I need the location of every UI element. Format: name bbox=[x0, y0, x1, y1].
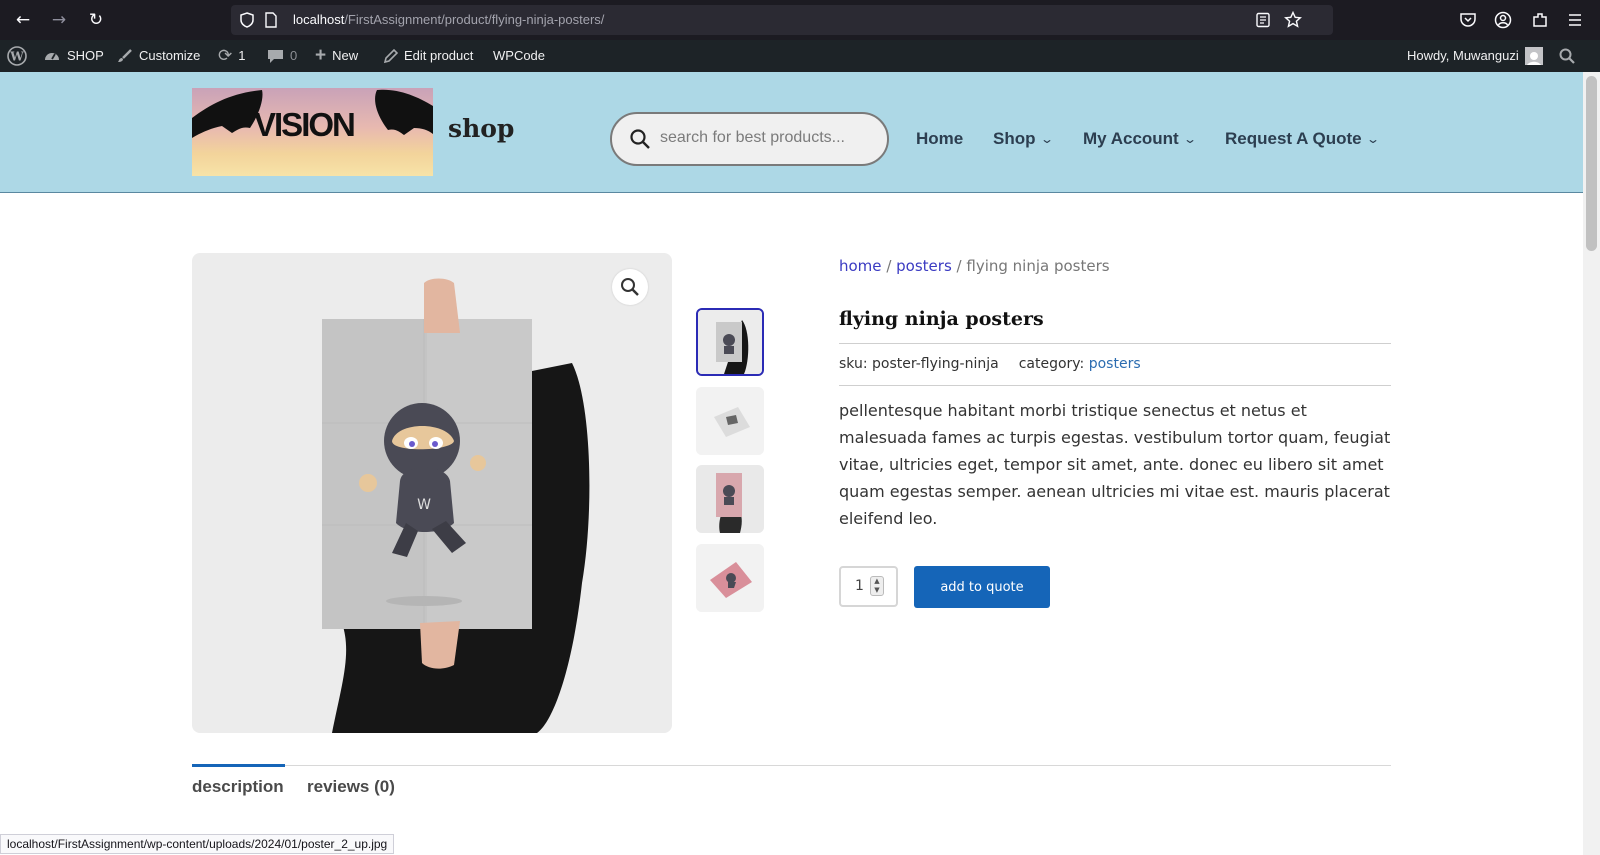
page-scrollbar[interactable] bbox=[1583, 72, 1600, 855]
product-meta: sku: poster-flying-ninja category: poste… bbox=[839, 356, 1141, 372]
account-icon[interactable] bbox=[1494, 11, 1512, 29]
nav-request-quote-label: Request A Quote bbox=[1225, 129, 1362, 148]
nav-shop-label: Shop bbox=[993, 129, 1036, 148]
nav-home[interactable]: Home bbox=[916, 129, 963, 149]
pencil-icon bbox=[383, 48, 398, 63]
adminbar-new[interactable]: + New bbox=[315, 40, 358, 72]
site-header: VISION shop search for best products... … bbox=[0, 72, 1583, 193]
adminbar-new-label: New bbox=[332, 48, 359, 63]
updates-icon: ⟳ bbox=[218, 46, 233, 65]
back-icon[interactable]: ← bbox=[11, 8, 35, 32]
adminbar-comments-count: 0 bbox=[290, 48, 298, 63]
thumbnail-4[interactable] bbox=[696, 544, 764, 612]
browser-toolbar: ← → ↻ localhost/FirstAssignment/product/… bbox=[0, 0, 1600, 40]
adminbar-site-label: SHOP bbox=[67, 48, 104, 63]
tab-description[interactable]: description bbox=[192, 777, 284, 797]
product-title: flying ninja posters bbox=[839, 308, 1044, 330]
chevron-down-icon: ⌄ bbox=[1365, 132, 1380, 146]
sku-value: poster-flying-ninja bbox=[872, 356, 999, 372]
spin-arrows-icon[interactable]: ▲ ▼ bbox=[870, 576, 884, 596]
breadcrumb-separator: / bbox=[956, 257, 962, 275]
adminbar-edit-label: Edit product bbox=[404, 48, 474, 63]
nav-shop[interactable]: Shop ⌄ bbox=[993, 129, 1054, 149]
chevron-down-icon: ⌄ bbox=[1182, 132, 1197, 146]
avatar bbox=[1524, 47, 1543, 65]
search-input[interactable]: search for best products... bbox=[610, 112, 889, 166]
site-title[interactable]: shop bbox=[448, 114, 514, 143]
chevron-down-icon: ⌄ bbox=[1039, 132, 1054, 146]
nav-my-account-label: My Account bbox=[1083, 129, 1179, 148]
product-description: pellentesque habitant morbi tristique se… bbox=[839, 401, 1391, 528]
forward-icon[interactable]: → bbox=[47, 8, 71, 32]
divider bbox=[839, 343, 1391, 344]
logo-text: VISION bbox=[254, 106, 356, 143]
site-logo[interactable]: VISION bbox=[192, 88, 433, 176]
magnifier-icon bbox=[621, 278, 639, 296]
wp-admin-bar: W SHOP Customize ⟳ 1 0 + New Edit produc… bbox=[0, 40, 1600, 72]
adminbar-search-icon[interactable] bbox=[1559, 40, 1575, 72]
menu-icon[interactable] bbox=[1567, 12, 1583, 28]
adminbar-wpcode-label: WPCode bbox=[493, 48, 546, 63]
adminbar-customize[interactable]: Customize bbox=[117, 40, 200, 72]
pocket-icon[interactable] bbox=[1459, 11, 1477, 29]
plus-icon: + bbox=[315, 45, 327, 66]
url-text[interactable]: localhost/FirstAssignment/product/flying… bbox=[293, 12, 604, 27]
adminbar-howdy: Howdy, Muwanguzi bbox=[1407, 48, 1519, 63]
tabs-divider bbox=[192, 765, 1391, 766]
tab-active-indicator bbox=[192, 764, 285, 767]
dashboard-icon bbox=[45, 53, 59, 60]
breadcrumb-current: flying ninja posters bbox=[966, 257, 1110, 275]
status-bar: localhost/FirstAssignment/wp-content/upl… bbox=[0, 834, 395, 854]
nav-request-quote[interactable]: Request A Quote ⌄ bbox=[1225, 129, 1380, 149]
category-label: category: bbox=[1018, 356, 1085, 372]
bookmark-star-icon[interactable] bbox=[1284, 11, 1302, 29]
nav-home-label: Home bbox=[916, 129, 964, 148]
nav-my-account[interactable]: My Account ⌄ bbox=[1083, 129, 1197, 149]
adminbar-edit-product[interactable]: Edit product bbox=[383, 40, 473, 72]
zoom-button[interactable] bbox=[612, 269, 648, 305]
product-sku: sku: poster-flying-ninja bbox=[839, 356, 999, 372]
adminbar-wpcode[interactable]: WPCode bbox=[493, 40, 545, 72]
svg-text:W: W bbox=[9, 50, 24, 64]
reader-view-icon[interactable] bbox=[1255, 12, 1271, 28]
address-bar[interactable]: localhost/FirstAssignment/product/flying… bbox=[231, 5, 1333, 35]
scrollbar-thumb[interactable] bbox=[1586, 76, 1597, 251]
product-main-image[interactable]: W bbox=[192, 253, 672, 733]
thumbnail-1[interactable] bbox=[696, 308, 764, 376]
adminbar-updates[interactable]: ⟳ 1 bbox=[218, 40, 245, 72]
tab-reviews[interactable]: reviews (0) bbox=[307, 777, 395, 797]
reload-icon[interactable]: ↻ bbox=[84, 8, 108, 32]
extensions-icon[interactable] bbox=[1531, 11, 1549, 29]
product-category: category: posters bbox=[1019, 356, 1141, 372]
breadcrumb-home[interactable]: home bbox=[839, 257, 882, 275]
shield-icon[interactable] bbox=[239, 12, 255, 28]
page-icon bbox=[265, 12, 277, 28]
breadcrumb-category[interactable]: posters bbox=[896, 257, 952, 275]
adminbar-site[interactable]: SHOP bbox=[43, 40, 104, 72]
adminbar-comments[interactable]: 0 bbox=[267, 40, 297, 72]
svg-text:W: W bbox=[417, 497, 431, 513]
comments-icon bbox=[268, 50, 283, 63]
quantity-value: 1 bbox=[855, 578, 864, 594]
add-to-quote-button[interactable]: add to quote bbox=[914, 566, 1050, 608]
thumbnail-3[interactable] bbox=[696, 465, 764, 533]
breadcrumb: home / posters / flying ninja posters bbox=[839, 257, 1110, 275]
category-link[interactable]: posters bbox=[1089, 356, 1141, 372]
quantity-stepper[interactable]: 1 ▲ ▼ bbox=[839, 566, 898, 607]
search-icon[interactable] bbox=[629, 128, 651, 150]
sku-label: sku: bbox=[839, 356, 868, 372]
search-placeholder: search for best products... bbox=[660, 129, 845, 146]
adminbar-customize-label: Customize bbox=[139, 48, 201, 63]
divider bbox=[839, 385, 1391, 386]
thumbnail-2[interactable] bbox=[696, 387, 764, 455]
adminbar-account[interactable]: Howdy, Muwanguzi bbox=[1407, 40, 1543, 72]
adminbar-updates-count: 1 bbox=[238, 48, 246, 63]
breadcrumb-separator: / bbox=[886, 257, 892, 275]
brush-icon bbox=[118, 49, 132, 62]
wordpress-logo-icon[interactable]: W bbox=[7, 40, 27, 72]
